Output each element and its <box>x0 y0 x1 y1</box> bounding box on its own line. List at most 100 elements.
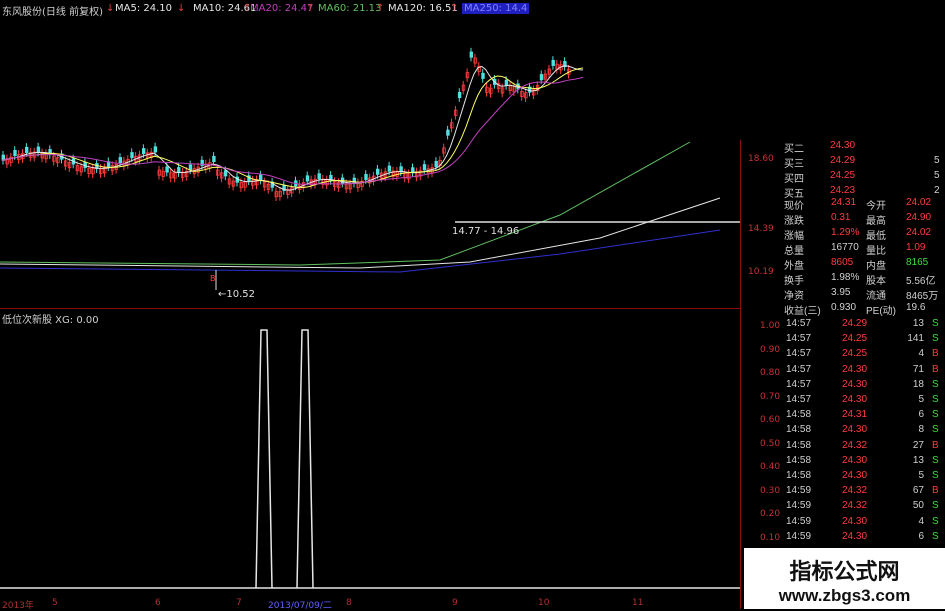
order-book-price: 24.30 <box>830 140 856 151</box>
tick-price: 24.32 <box>842 485 868 497</box>
quote-v1: 8605 <box>831 257 854 268</box>
tick-time: 14:58 <box>786 454 812 466</box>
tick-vol: 27 <box>912 439 924 451</box>
tick-time: 14:58 <box>786 424 812 436</box>
candle-body <box>118 157 122 164</box>
tick-time: 14:58 <box>786 470 812 481</box>
quote-l2: 内盘 <box>866 261 886 272</box>
tick-time: 14:57 <box>786 378 812 390</box>
quote-v1: 1.98% <box>831 272 860 283</box>
candle-body <box>481 72 485 79</box>
candle-body <box>141 148 146 155</box>
candle-body <box>457 92 462 99</box>
quote-l2: PE(动) <box>866 306 896 317</box>
tick-side: B <box>932 363 939 375</box>
candle-body <box>364 173 368 181</box>
order-book-vol: 2 <box>934 185 940 196</box>
candle-body <box>387 165 392 172</box>
indicator-axis-label: 0.90 <box>760 344 781 355</box>
candle-body <box>375 168 380 175</box>
tick-vol: 5 <box>918 470 924 481</box>
tick-side: S <box>932 454 939 466</box>
quote-l2: 最高 <box>866 216 886 227</box>
indicator-axis-label: 0.60 <box>760 415 781 425</box>
tick-price: 24.30 <box>842 424 868 436</box>
ma60-line <box>0 141 691 266</box>
tick-time: 14:58 <box>786 439 812 451</box>
order-book-label: 买三 <box>784 159 804 170</box>
tick-price: 24.25 <box>842 333 868 345</box>
tick-time: 14:59 <box>786 515 812 527</box>
tick-vol: 6 <box>918 530 924 542</box>
tick-side: B <box>932 348 939 360</box>
tick-vol: 4 <box>918 348 924 360</box>
indicator-axis-label: 0.10 <box>760 532 781 543</box>
candle-body <box>305 175 310 182</box>
quote-v2: 5.56亿 <box>906 276 936 287</box>
candle-body <box>130 152 134 159</box>
b-marker: B <box>210 274 216 283</box>
quote-v1: 24.31 <box>831 197 857 208</box>
indicator-axis-label: 0.40 <box>760 462 781 472</box>
tick-time: 14:57 <box>786 394 812 405</box>
tick-price: 24.32 <box>842 500 868 512</box>
tick-side: S <box>932 318 939 329</box>
quote-v2: 1.09 <box>906 242 926 253</box>
indicator-axis-label: 0.30 <box>760 485 781 496</box>
tick-time: 14:57 <box>786 333 812 345</box>
tick-side: S <box>932 530 939 542</box>
tick-price: 24.30 <box>842 454 868 466</box>
quote-v2: 24.90 <box>906 212 932 223</box>
tick-vol: 67 <box>912 485 924 497</box>
date-axis-label: 9 <box>452 598 458 608</box>
candle-body <box>504 79 509 86</box>
tick-vol: 50 <box>912 500 924 512</box>
indicator-chart[interactable] <box>0 290 740 600</box>
quote-l1: 净资 <box>784 291 804 302</box>
tick-side: S <box>932 333 939 345</box>
tick-price: 24.30 <box>842 530 868 542</box>
quote-v2: 24.02 <box>906 197 932 208</box>
candle-body <box>469 51 473 58</box>
candle-body <box>258 174 263 181</box>
quote-v2: 8465万 <box>906 291 939 302</box>
right-panel-border <box>740 140 741 609</box>
date-axis-label: 7 <box>236 598 242 608</box>
indicator-axis-label: 1.00 <box>760 321 781 331</box>
candle-body <box>223 170 228 177</box>
order-book-label: 买二 <box>784 144 804 155</box>
date-axis-label: 6 <box>155 598 161 608</box>
candlestick-chart[interactable] <box>0 0 740 290</box>
tick-time: 14:59 <box>786 500 812 512</box>
quote-l1: 总量 <box>784 246 804 257</box>
quote-v2: 19.6 <box>906 302 926 313</box>
date-axis-label: 8 <box>346 598 352 608</box>
quote-l1: 换手 <box>784 276 804 287</box>
tick-side: S <box>932 515 939 527</box>
tick-side: S <box>932 409 939 421</box>
candle-body <box>446 129 450 136</box>
quote-l1: 外盘 <box>784 261 804 272</box>
watermark-title: 指标公式网 <box>789 560 900 585</box>
tick-price: 24.32 <box>842 439 868 451</box>
tick-side: S <box>932 500 939 512</box>
date-axis-label: 5 <box>52 598 58 608</box>
tick-vol: 5 <box>918 394 924 405</box>
price-axis-high: 18.60 <box>748 154 774 164</box>
tick-vol: 13 <box>912 454 924 466</box>
quote-v2: 8165 <box>906 257 929 268</box>
quote-l1: 现价 <box>784 201 804 212</box>
quote-v1: 1.29% <box>831 227 860 238</box>
tick-vol: 13 <box>912 318 924 329</box>
tick-side: S <box>932 470 939 481</box>
candle-body <box>212 155 216 162</box>
tick-side: B <box>932 485 939 497</box>
candle-body <box>24 146 29 153</box>
tick-price: 24.25 <box>842 348 868 360</box>
tick-price: 24.31 <box>842 409 868 421</box>
watermark-url: www.zbgs3.com <box>778 586 911 605</box>
order-book-price: 24.29 <box>830 155 856 166</box>
candle-body <box>539 74 544 81</box>
quote-l2: 流通 <box>866 291 886 302</box>
candle-body <box>13 150 17 157</box>
